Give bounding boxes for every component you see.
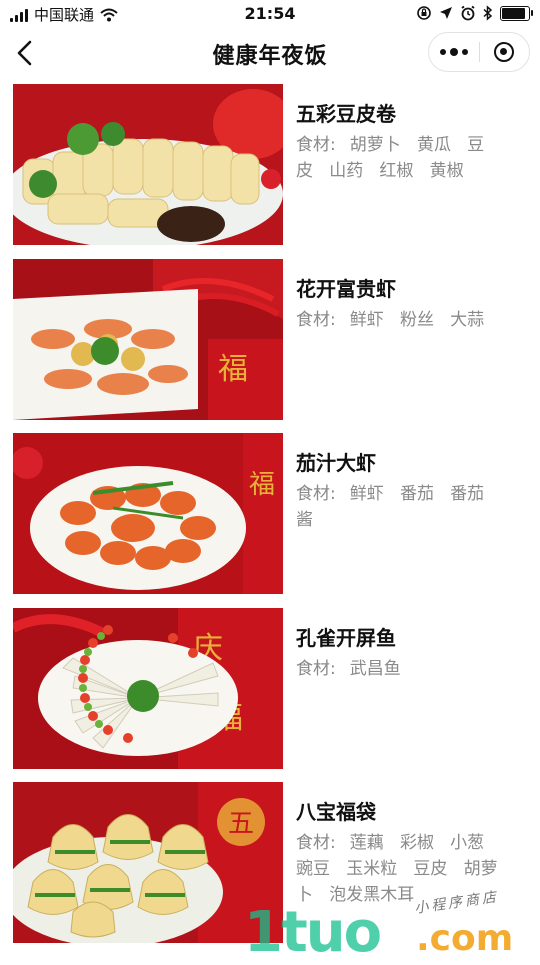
- dish-photo: 五: [13, 782, 283, 943]
- status-bar: 中国联通 21:54: [0, 0, 540, 28]
- dish-name: 花开富贵虾: [296, 276, 396, 301]
- more-dots-icon: [439, 48, 468, 56]
- list-item[interactable]: 福 茄汁大虾 食材: 鲜虾 番茄 番茄酱: [0, 431, 540, 606]
- ingredient-label: 食材:: [296, 135, 336, 155]
- dish-photo: 福: [13, 433, 283, 594]
- ingredient-label: 食材:: [296, 833, 336, 853]
- close-program-button[interactable]: [480, 33, 530, 71]
- ingredient-label: 食材:: [296, 484, 336, 504]
- target-icon: [494, 42, 515, 62]
- dish-list: 五彩豆皮卷 食材: 胡萝卜 黄瓜 豆皮 山药 红椒 黄椒 福 花开富贵虾 食材:…: [0, 82, 540, 955]
- dish-name: 五彩豆皮卷: [296, 102, 396, 126]
- ingredient-label: 食材:: [296, 658, 336, 679]
- svg-text:福: 福: [249, 470, 275, 500]
- list-item[interactable]: 五 八宝福袋 食材: 莲藕 彩椒 小葱 豌豆 玉米粒 豆皮 胡萝卜 泡发黑木耳: [0, 780, 540, 955]
- dish-name: 孔雀开屏鱼: [296, 625, 396, 650]
- location-icon: [440, 7, 452, 19]
- nav-bar: 健康年夜饭: [0, 28, 540, 78]
- dish-name: 八宝福袋: [296, 800, 376, 824]
- svg-text:五: 五: [228, 809, 254, 839]
- dish-ingredients: 食材: 武昌鱼: [296, 656, 501, 682]
- mini-program-capsule: [428, 32, 530, 72]
- ingredient-list: 武昌鱼: [349, 658, 401, 679]
- bluetooth-icon: [483, 5, 493, 21]
- list-item[interactable]: 福 花开富贵虾 食材: 鲜虾 粉丝 大蒜: [0, 257, 540, 432]
- dish-photo: [13, 84, 283, 245]
- dish-ingredients: 食材: 胡萝卜 黄瓜 豆皮 山药 红椒 黄椒: [296, 132, 501, 184]
- lock-rotation-icon: [417, 6, 431, 20]
- list-item[interactable]: 庆 福: [0, 606, 540, 781]
- dish-ingredients: 食材: 鲜虾 番茄 番茄酱: [296, 481, 501, 533]
- dish-ingredients: 食材: 莲藕 彩椒 小葱 豌豆 玉米粒 豆皮 胡萝卜 泡发黑木耳: [296, 830, 501, 908]
- dish-ingredients: 食材: 鲜虾 粉丝 大蒜: [296, 307, 501, 333]
- svg-text:福: 福: [218, 352, 248, 387]
- battery-icon: [500, 5, 533, 21]
- list-item[interactable]: 五彩豆皮卷 食材: 胡萝卜 黄瓜 豆皮 山药 红椒 黄椒: [0, 82, 540, 257]
- alarm-icon: [461, 5, 475, 21]
- ingredient-list: 鲜虾 粉丝 大蒜: [349, 309, 485, 330]
- dish-photo: 福: [13, 258, 283, 420]
- ingredient-label: 食材:: [296, 309, 336, 330]
- dish-photo: 庆 福: [13, 607, 283, 769]
- more-button[interactable]: [429, 33, 479, 71]
- dish-name: 茄汁大虾: [296, 451, 376, 475]
